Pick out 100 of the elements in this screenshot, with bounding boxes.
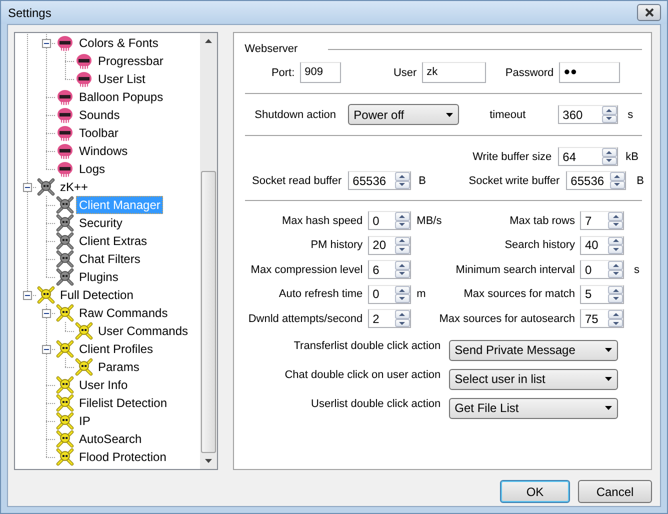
spin-up-button[interactable] — [602, 148, 617, 156]
up-arrow-icon — [399, 214, 406, 218]
spin-down-button[interactable] — [608, 220, 623, 229]
input-field[interactable]: 909 — [300, 62, 341, 83]
close-button[interactable] — [637, 4, 661, 21]
up-arrow-icon — [612, 288, 618, 292]
label: Write buffer size — [472, 150, 552, 162]
up-arrow-icon — [399, 239, 406, 242]
spin-field[interactable]: 5 — [580, 284, 624, 304]
tree-item[interactable]: Colors & Fonts — [76, 34, 162, 52]
tree-item[interactable]: Security — [76, 214, 126, 232]
tree-item[interactable]: Params — [95, 358, 142, 376]
scrollbar-thumb[interactable] — [200, 170, 216, 452]
spin-field[interactable]: 0 — [368, 211, 411, 230]
tree-item[interactable]: Flood Protection — [76, 448, 170, 466]
scrollbar[interactable] — [200, 33, 217, 469]
spin-down-button[interactable] — [394, 245, 410, 254]
spin-up-button[interactable] — [394, 172, 410, 180]
collapse-icon[interactable] — [23, 182, 32, 192]
collapse-icon[interactable] — [42, 38, 51, 48]
tree-item[interactable]: Raw Commands — [76, 304, 171, 322]
dropdown[interactable]: Select user in list — [448, 368, 618, 390]
input-field[interactable]: ●● — [558, 62, 620, 83]
tree-item[interactable]: User Commands — [95, 322, 192, 340]
spin-down-button[interactable] — [394, 270, 410, 278]
spin-up-button[interactable] — [608, 236, 623, 246]
spin-field[interactable]: 65536 — [348, 171, 411, 190]
spin-field[interactable]: 40 — [580, 236, 624, 255]
spin-up-button[interactable] — [610, 172, 625, 180]
spin-up-button[interactable] — [394, 212, 410, 220]
dropdown[interactable]: Power off — [348, 104, 459, 125]
up-arrow-icon — [612, 239, 618, 242]
tree-item[interactable]: Balloon Popups — [76, 88, 166, 106]
spin-up-button[interactable] — [602, 106, 617, 114]
spin-field[interactable]: 0 — [580, 260, 624, 280]
ok-button[interactable]: OK — [500, 480, 570, 503]
dropdown[interactable]: Send Private Message — [448, 340, 618, 361]
spin-down-button[interactable] — [608, 270, 623, 278]
spin-down-button[interactable] — [602, 114, 617, 123]
spin-up-button[interactable] — [394, 286, 410, 294]
caret-icon — [604, 406, 612, 410]
label: Max sources for match — [464, 288, 575, 300]
spin-down-button[interactable] — [602, 156, 617, 165]
label: Port: — [271, 66, 295, 78]
skull-crossbones-icon — [56, 196, 74, 214]
tree-item[interactable]: Progressbar — [95, 52, 166, 70]
spin-down-button[interactable] — [394, 220, 410, 229]
spin-field[interactable]: 7 — [580, 211, 624, 230]
tree-item[interactable]: AutoSearch — [76, 430, 145, 448]
input-field[interactable]: zk — [422, 62, 486, 83]
collapse-icon[interactable] — [42, 344, 51, 354]
down-arrow-icon — [606, 117, 612, 120]
spin-down-button[interactable] — [608, 245, 623, 254]
skull-crossbones-icon — [75, 358, 93, 376]
tree-item[interactable]: Client Extras — [76, 232, 150, 250]
spin-down-button[interactable] — [394, 180, 410, 189]
cancel-button[interactable]: Cancel — [578, 480, 652, 503]
spin-field[interactable]: 65536 — [566, 171, 626, 190]
tree-item[interactable]: zK++ — [57, 178, 92, 196]
skull-crossbones-icon — [56, 214, 74, 232]
tree-item[interactable]: IP — [76, 412, 94, 430]
spin-up-button[interactable] — [608, 310, 623, 319]
spin-down-button[interactable] — [394, 294, 410, 303]
spin-field[interactable]: 0 — [368, 284, 411, 304]
spin-field[interactable]: 2 — [368, 309, 411, 328]
tree-item[interactable]: User List — [95, 70, 148, 88]
tree-item[interactable]: Windows — [76, 142, 131, 160]
spin-up-button[interactable] — [608, 261, 623, 270]
scroll-up-icon[interactable] — [204, 39, 212, 44]
tree-item[interactable]: Sounds — [76, 106, 123, 124]
spin-up-button[interactable] — [394, 236, 410, 246]
spin-up-button[interactable] — [394, 310, 410, 319]
collapse-icon[interactable] — [23, 290, 32, 300]
spin-down-button[interactable] — [610, 180, 625, 189]
tree-item[interactable]: Logs — [76, 160, 108, 178]
spin-down-button[interactable] — [608, 318, 623, 328]
tree-item[interactable]: Filelist Detection — [76, 394, 170, 412]
label: Max tab rows — [510, 214, 575, 226]
scroll-down-icon[interactable] — [204, 458, 212, 463]
tree-item[interactable]: Plugins — [76, 268, 122, 286]
dropdown[interactable]: Get File List — [448, 398, 618, 419]
spin-field[interactable]: 20 — [368, 236, 411, 255]
spin-down-button[interactable] — [608, 294, 623, 303]
tree-item[interactable]: User Info — [76, 376, 131, 394]
tree-item[interactable]: Full Detection — [57, 286, 136, 304]
skull-crossbones-icon — [56, 394, 74, 412]
skull-icon — [56, 160, 74, 178]
collapse-icon[interactable] — [42, 308, 51, 318]
spin-field[interactable]: 360 — [558, 105, 618, 124]
skull-icon — [56, 124, 74, 142]
spin-field[interactable]: 6 — [368, 260, 411, 280]
spin-up-button[interactable] — [608, 212, 623, 220]
tree-item[interactable]: Client Profiles — [76, 340, 156, 358]
spin-up-button[interactable] — [608, 286, 623, 294]
spin-down-button[interactable] — [394, 318, 410, 328]
spin-field[interactable]: 75 — [580, 309, 624, 328]
spin-field[interactable]: 64 — [558, 147, 618, 166]
tree-item[interactable]: Toolbar — [76, 124, 122, 142]
tree-item[interactable]: Chat Filters — [76, 250, 144, 268]
spin-up-button[interactable] — [394, 261, 410, 270]
